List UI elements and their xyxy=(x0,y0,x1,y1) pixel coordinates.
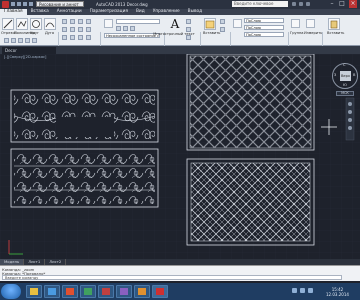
taskbar-app-autocad[interactable] xyxy=(152,285,168,298)
window-title: AutoCAD 2013 Decor.dwg xyxy=(96,2,148,7)
help-icon[interactable] xyxy=(306,2,310,6)
measure-label: Измерить xyxy=(304,31,323,35)
title-bar: Рисование и аннот AutoCAD 2013 Decor.dwg… xyxy=(0,0,360,12)
draw-small-icon[interactable] xyxy=(32,38,37,43)
taskbar-app[interactable] xyxy=(80,285,96,298)
quick-access-toolbar xyxy=(11,2,33,7)
group-icon[interactable] xyxy=(291,19,300,28)
file-tabs-bar: Decor xyxy=(0,46,360,54)
system-tray xyxy=(292,288,313,293)
viewcube-west[interactable]: З xyxy=(334,73,336,77)
circle-tool-icon[interactable] xyxy=(30,18,42,30)
taskbar-app[interactable] xyxy=(134,285,150,298)
draw-small-icon[interactable] xyxy=(4,38,9,43)
color-dropdown[interactable]: ПоСлою xyxy=(244,18,284,23)
minimize-icon[interactable]: – xyxy=(328,0,336,8)
draw-small-icon[interactable] xyxy=(25,38,30,43)
maximize-icon[interactable]: □ xyxy=(338,0,346,8)
viewport-controls[interactable]: [-][Сверху][2D-каркас] xyxy=(4,55,46,59)
taskbar-app[interactable] xyxy=(116,285,132,298)
undo-icon[interactable] xyxy=(29,2,33,6)
carved-panel-top[interactable] xyxy=(10,89,159,143)
new-icon[interactable] xyxy=(11,2,15,6)
lineweight-dropdown[interactable]: ПоСлою xyxy=(244,25,284,30)
open-icon[interactable] xyxy=(17,2,21,6)
search-input[interactable]: Введите ключевое слово/фразу xyxy=(232,1,288,12)
command-input[interactable]: Введите команду xyxy=(2,275,342,280)
draw-small-icon[interactable] xyxy=(11,38,16,43)
stretch-icon[interactable] xyxy=(62,35,67,40)
fillet-icon[interactable] xyxy=(78,27,83,32)
user-icon[interactable] xyxy=(299,2,303,6)
ribbon: Отрезок Полилиния Круг Дуга Рисование Ре… xyxy=(0,15,360,58)
volume-icon[interactable] xyxy=(300,288,305,293)
language-icon[interactable] xyxy=(308,288,313,293)
start-button[interactable] xyxy=(1,284,21,299)
titlebar-tools xyxy=(292,2,310,6)
workspace-select[interactable]: Рисование и аннот xyxy=(36,1,84,7)
insert-label: Вставить xyxy=(203,31,221,35)
viewcube-north[interactable]: С xyxy=(343,63,346,67)
taskbar-app[interactable] xyxy=(44,285,60,298)
explode-icon[interactable] xyxy=(86,27,91,32)
line-tool-icon[interactable] xyxy=(2,18,14,30)
rotate-icon[interactable] xyxy=(70,19,75,24)
navigation-bar[interactable] xyxy=(345,97,355,141)
draw-tool-label: Дуга xyxy=(45,31,55,35)
search-icon[interactable] xyxy=(292,2,296,6)
command-line: Команда: _zoom Команда: *Прервано* Введи… xyxy=(0,265,360,281)
viewcube-east[interactable]: В xyxy=(353,73,355,77)
layer-dropdown[interactable] xyxy=(116,19,160,24)
draw-tool-label: Круг xyxy=(30,31,39,35)
arc-tool-icon[interactable] xyxy=(44,18,56,30)
taskbar-app[interactable] xyxy=(98,285,114,298)
copy-icon[interactable] xyxy=(62,27,67,32)
array-icon[interactable] xyxy=(78,35,83,40)
draw-small-icon[interactable] xyxy=(18,38,23,43)
viewcube[interactable]: Верх С Ю З В xyxy=(332,63,358,89)
paste-icon[interactable] xyxy=(328,18,340,30)
viewcube-south[interactable]: Ю xyxy=(343,83,347,87)
paste-label: Вставить xyxy=(327,31,345,35)
measure-icon[interactable] xyxy=(306,19,315,28)
offset-icon[interactable] xyxy=(86,35,91,40)
taskbar: 15:42 12.03.2014 xyxy=(0,283,360,300)
wcs-menu[interactable]: МСК xyxy=(336,91,354,96)
insert-block-icon[interactable] xyxy=(204,18,216,30)
match-properties-icon[interactable] xyxy=(233,19,242,28)
polyline-tool-icon[interactable] xyxy=(16,18,28,30)
dimension-icon[interactable] xyxy=(186,19,191,24)
trim-icon[interactable] xyxy=(78,19,83,24)
layer-tool-icon[interactable] xyxy=(123,26,128,31)
file-tab[interactable]: Decor xyxy=(2,47,56,54)
layer-tool-icon[interactable] xyxy=(116,26,121,31)
taskbar-app[interactable] xyxy=(62,285,78,298)
app-menu-icon[interactable] xyxy=(2,1,9,8)
network-icon[interactable] xyxy=(292,288,297,293)
layer-tool-icon[interactable] xyxy=(130,26,135,31)
save-icon[interactable] xyxy=(23,2,27,6)
scale-icon[interactable] xyxy=(70,35,75,40)
lattice-panel-top[interactable] xyxy=(186,54,315,151)
drawing-canvas[interactable] xyxy=(0,54,360,260)
leader-icon[interactable] xyxy=(186,27,191,32)
carved-panel-bottom[interactable] xyxy=(10,148,159,208)
block-tool-icon[interactable] xyxy=(220,19,225,24)
erase-icon[interactable] xyxy=(86,19,91,24)
move-icon[interactable] xyxy=(62,19,67,24)
group-label: Группа xyxy=(290,31,304,35)
layer-properties-icon[interactable] xyxy=(104,19,113,28)
linetype-dropdown[interactable]: ПоСлою xyxy=(244,32,284,37)
clock-date: 12.03.2014 xyxy=(326,292,349,297)
mirror-icon[interactable] xyxy=(70,27,75,32)
lattice-panel-bottom[interactable] xyxy=(186,158,315,246)
table-icon[interactable] xyxy=(186,35,191,40)
block-tool-icon[interactable] xyxy=(220,27,225,32)
text-tool-icon[interactable]: A xyxy=(168,17,182,31)
taskbar-app[interactable] xyxy=(26,285,42,298)
close-icon[interactable]: × xyxy=(349,0,357,8)
viewcube-top-face[interactable]: Верх xyxy=(340,71,351,81)
clock[interactable]: 15:42 12.03.2014 xyxy=(326,287,349,297)
